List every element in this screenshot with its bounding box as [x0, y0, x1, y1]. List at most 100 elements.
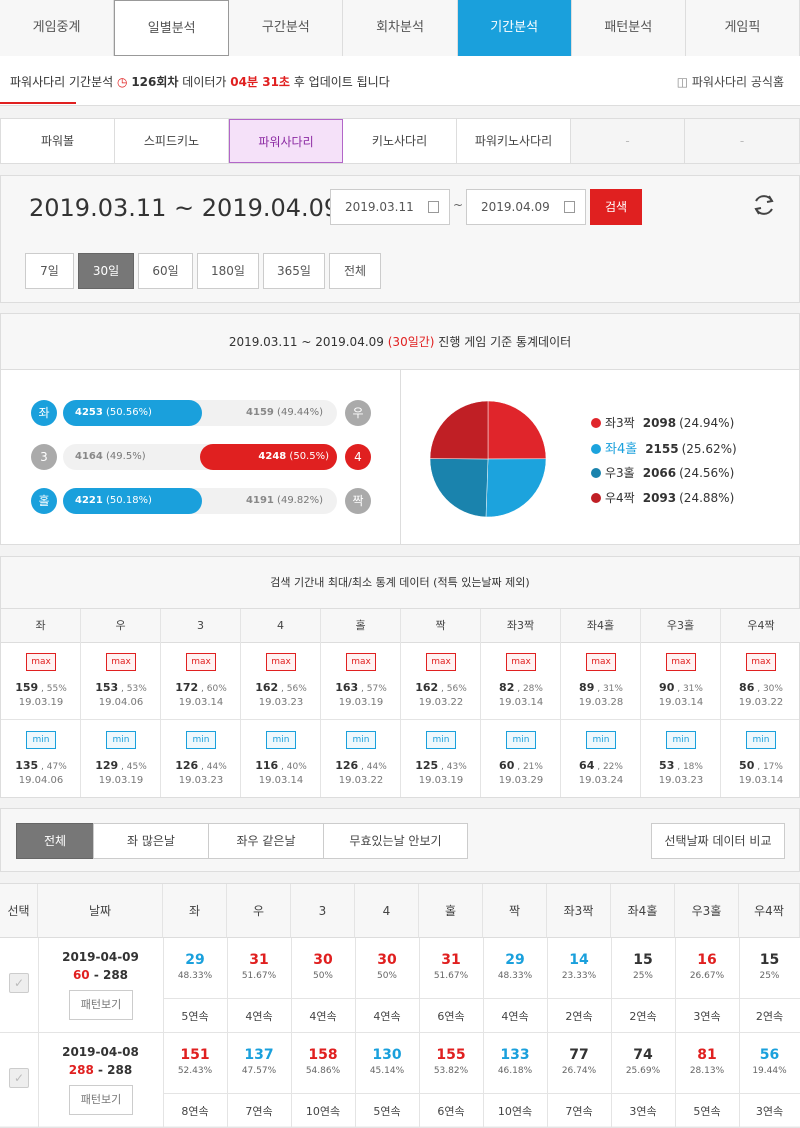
refresh-icon[interactable]: [751, 192, 777, 218]
compare-selected-button[interactable]: 선택날짜 데이터 비교: [651, 823, 785, 859]
streak-cell: 3연속: [629, 1105, 657, 1118]
subtab-power-ladder[interactable]: 파워사다리: [229, 119, 344, 163]
stats-days: (30일간): [387, 335, 435, 349]
update-notice: 파워사다리 기간분석 ◷ 126회차 데이터가 04분 31초 후 업데이트 됩…: [0, 56, 800, 106]
legend-pct: (24.94%): [679, 416, 735, 430]
min-number: 125: [415, 759, 439, 772]
min-pct: , 22%: [594, 762, 623, 772]
streak-cell: 2연속: [755, 1010, 784, 1023]
max-badge: max: [586, 653, 616, 671]
max-number: 159: [15, 681, 39, 694]
tab-game-pick[interactable]: 게임픽: [685, 0, 800, 56]
start-date-input[interactable]: 2019.03.11: [330, 189, 450, 225]
stat-count: 30: [377, 952, 397, 968]
stat-count: 158: [308, 1047, 338, 1063]
max-date: 19.04.06: [98, 697, 144, 708]
bar-track: 4164 (49.5%) 4248 (50.5%): [63, 444, 337, 470]
pattern-view-button[interactable]: 패턴보기: [69, 990, 133, 1020]
stat-pct: 50%: [376, 971, 397, 981]
minmax-column: 좌 max 159 , 55% 19.03.19 min 135 , 47% 19.04.0…: [1, 609, 81, 797]
stat-count: 14: [569, 952, 589, 968]
subtab-power-keno-ladder[interactable]: 파워키노사다리: [457, 119, 572, 163]
min-date: 19.04.06: [18, 775, 64, 786]
bar-right-label: 우: [345, 400, 371, 426]
legend-value: 2098: [642, 416, 677, 430]
official-home-link[interactable]: ◫ 파워사다리 공식홈: [677, 73, 784, 90]
bar-left-pct: (50.18%): [102, 495, 152, 506]
stats-suffix: 진행 게임 기준 통계데이터: [438, 335, 572, 349]
row-checkbox[interactable]: ✓: [9, 1068, 29, 1088]
tab-game-broadcast[interactable]: 게임중계: [0, 0, 115, 56]
calendar-icon[interactable]: [428, 201, 439, 213]
calendar-icon[interactable]: [564, 201, 575, 213]
range-start: 288: [68, 1063, 94, 1077]
filter-hide-invalid-button[interactable]: 무효있는날 안보기: [323, 823, 468, 859]
minmax-col-header: 좌4홀: [561, 609, 640, 643]
stat-count: 29: [505, 952, 525, 968]
table-header-cell: 선택: [0, 884, 38, 938]
period-7d-button[interactable]: 7일: [25, 253, 74, 289]
max-pct: , 55%: [38, 684, 67, 694]
legend-item: 좌3짝 2098 (24.94%): [591, 414, 734, 431]
table-header-cell: 우: [227, 884, 291, 938]
end-date-input[interactable]: 2019.04.09: [466, 189, 586, 225]
min-pct: , 43%: [438, 762, 467, 772]
table-header-cell: 4: [355, 884, 419, 938]
filter-all-button[interactable]: 전체: [16, 823, 94, 859]
minmax-col-header: 3: [161, 609, 240, 643]
subtab-keno-ladder[interactable]: 키노사다리: [343, 119, 458, 163]
period-all-button[interactable]: 전체: [329, 253, 381, 289]
max-badge: max: [506, 653, 536, 671]
subtab-powerball[interactable]: 파워볼: [1, 119, 115, 163]
subtab-speedkeno[interactable]: 스피드키노: [115, 119, 229, 163]
stat-cell: 155 53.82%: [419, 1047, 483, 1076]
stat-pct: 45.14%: [369, 1066, 405, 1076]
bar-right-value: 4191: [246, 495, 274, 506]
tab-daily-analysis[interactable]: 일별분석: [114, 0, 230, 56]
stat-pct: 25.69%: [625, 1066, 661, 1076]
max-badge: max: [106, 653, 136, 671]
col-divider: [739, 938, 740, 1127]
tab-round-analysis[interactable]: 회차분석: [343, 0, 458, 56]
max-date: 19.03.19: [18, 697, 64, 708]
minmax-column: 좌3짝 max 82 , 28% 19.03.14 min 60 , 21% 19.03.2…: [481, 609, 561, 797]
tab-period-analysis[interactable]: 기간분석: [457, 0, 572, 56]
max-number: 82: [499, 681, 515, 694]
pie-slice-0: [487, 400, 547, 460]
bar-track: 4253 (50.56%) 4159 (49.44%): [63, 400, 337, 426]
tab-pattern-analysis[interactable]: 패턴분석: [571, 0, 686, 56]
search-button[interactable]: 검색: [590, 189, 642, 225]
table-header-cell: 좌3짝: [547, 884, 611, 938]
bar-right-text: 4159 (49.44%): [246, 400, 323, 426]
top-tab-bar: 게임중계 일별분석 구간분석 회차분석 기간분석 패턴분석 게임픽: [0, 0, 800, 56]
tab-section-analysis[interactable]: 구간분석: [229, 0, 344, 56]
filter-left-many-button[interactable]: 좌 많은날: [93, 823, 209, 859]
minmax-col-header: 홀: [321, 609, 400, 643]
max-value: 172 , 60%: [161, 681, 241, 694]
col-divider: [355, 938, 356, 1127]
stat-pct: 47.57%: [241, 1066, 277, 1076]
max-value: 159 , 55%: [1, 681, 81, 694]
max-value: 89 , 31%: [561, 681, 641, 694]
period-180d-button[interactable]: 180일: [197, 253, 259, 289]
pattern-view-button[interactable]: 패턴보기: [69, 1085, 133, 1115]
min-number: 50: [739, 759, 755, 772]
legend-dot: [591, 493, 601, 503]
max-value: 86 , 30%: [721, 681, 800, 694]
max-date: 19.03.14: [658, 697, 704, 708]
filter-left-right-same-button[interactable]: 좌우 같은날: [208, 823, 324, 859]
notice-suffix: 후 업데이트 됩니다: [293, 75, 390, 89]
period-60d-button[interactable]: 60일: [138, 253, 193, 289]
legend-item: 우4짝 2093 (24.88%): [591, 489, 734, 506]
streak-cell: 2연속: [629, 1010, 657, 1023]
max-badge: max: [426, 653, 456, 671]
legend-item: 좌4홀 2155 (25.62%): [591, 438, 737, 457]
max-pct: , 57%: [358, 684, 387, 694]
period-365d-button[interactable]: 365일: [263, 253, 325, 289]
min-date: 19.03.14: [258, 775, 304, 786]
legend-value: 2093: [642, 491, 677, 505]
row-checkbox[interactable]: ✓: [9, 973, 29, 993]
period-30d-button[interactable]: 30일: [78, 253, 134, 289]
min-value: 135 , 47%: [1, 759, 81, 772]
bar-right-value: 4248: [258, 451, 287, 462]
